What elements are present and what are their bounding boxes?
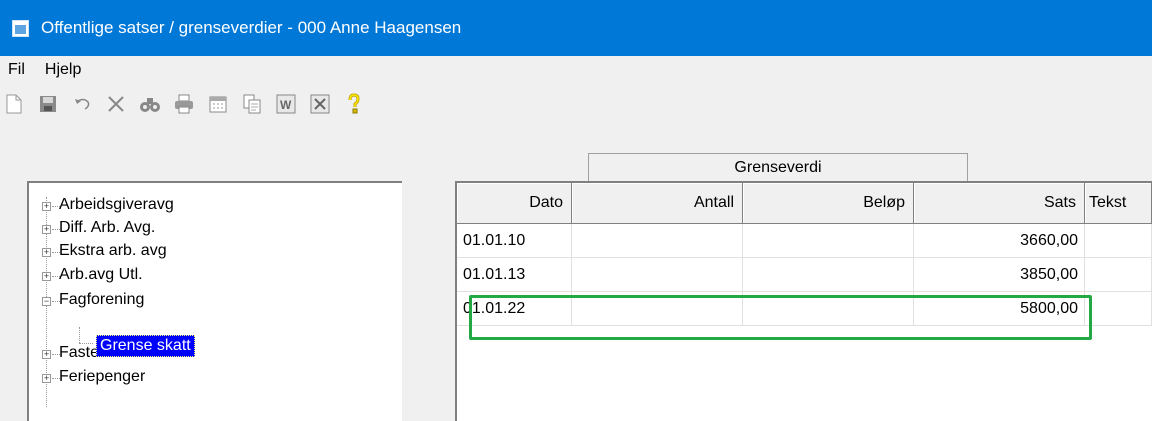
table-row[interactable]: 01.01.13 3850,00 <box>457 258 1152 292</box>
column-header-sats[interactable]: Sats <box>914 183 1085 224</box>
toolbar: W <box>0 84 1152 124</box>
delete-icon[interactable] <box>102 90 130 118</box>
copy-icon[interactable] <box>238 90 266 118</box>
menu-fil[interactable]: Fil <box>0 61 35 79</box>
expand-icon[interactable]: + <box>42 248 51 257</box>
tree-connector <box>79 343 93 345</box>
word-export-icon[interactable]: W <box>272 90 300 118</box>
cell-tekst[interactable] <box>1085 258 1152 292</box>
new-file-icon[interactable] <box>0 90 28 118</box>
app-icon <box>12 19 29 37</box>
window-title: Offentlige satser / grenseverdier - 000 … <box>41 18 462 37</box>
cell-antall[interactable] <box>572 258 743 292</box>
cell-tekst[interactable] <box>1085 292 1152 326</box>
grid-header: Dato Antall Beløp Sats Tekst <box>457 183 1152 224</box>
expand-icon[interactable]: + <box>42 374 51 383</box>
undo-icon[interactable] <box>68 90 96 118</box>
expand-icon[interactable]: + <box>42 202 51 211</box>
group-header-grenseverdi: Grenseverdi <box>588 153 968 182</box>
highlight-box <box>469 295 1092 340</box>
menu-bar: Fil Hjelp <box>0 56 1152 84</box>
cell-dato[interactable]: 01.01.13 <box>457 258 572 292</box>
tree-item-grense-skatt[interactable]: Grense skatt <box>96 335 195 357</box>
excel-export-icon[interactable] <box>306 90 334 118</box>
menu-hjelp[interactable]: Hjelp <box>35 61 91 79</box>
cell-sats[interactable]: 3660,00 <box>914 224 1085 258</box>
cell-dato[interactable]: 01.01.10 <box>457 224 572 258</box>
cell-sats[interactable]: 3850,00 <box>914 258 1085 292</box>
tree-connector <box>79 327 80 343</box>
column-header-tekst[interactable]: Tekst <box>1085 183 1152 224</box>
cell-belop[interactable] <box>743 224 914 258</box>
column-header-dato[interactable]: Dato <box>457 183 572 224</box>
expand-icon[interactable]: + <box>42 272 51 281</box>
collapse-icon[interactable]: − <box>42 297 51 306</box>
save-icon[interactable] <box>34 90 62 118</box>
svg-text:W: W <box>280 98 292 112</box>
column-header-antall[interactable]: Antall <box>572 183 743 224</box>
expand-icon[interactable]: + <box>42 225 51 234</box>
print-icon[interactable] <box>170 90 198 118</box>
find-icon[interactable] <box>136 90 164 118</box>
cell-antall[interactable] <box>572 224 743 258</box>
tree-panel: + Arbeidsgiveravg + Diff. Arb. Avg. + Ek… <box>27 181 402 421</box>
help-icon[interactable] <box>340 90 368 118</box>
calendar-icon[interactable] <box>204 90 232 118</box>
cell-tekst[interactable] <box>1085 224 1152 258</box>
column-header-belop[interactable]: Beløp <box>743 183 914 224</box>
expand-icon[interactable]: + <box>42 350 51 359</box>
cell-belop[interactable] <box>743 258 914 292</box>
title-bar: Offentlige satser / grenseverdier - 000 … <box>0 0 1152 56</box>
table-row[interactable]: 01.01.10 3660,00 <box>457 224 1152 258</box>
